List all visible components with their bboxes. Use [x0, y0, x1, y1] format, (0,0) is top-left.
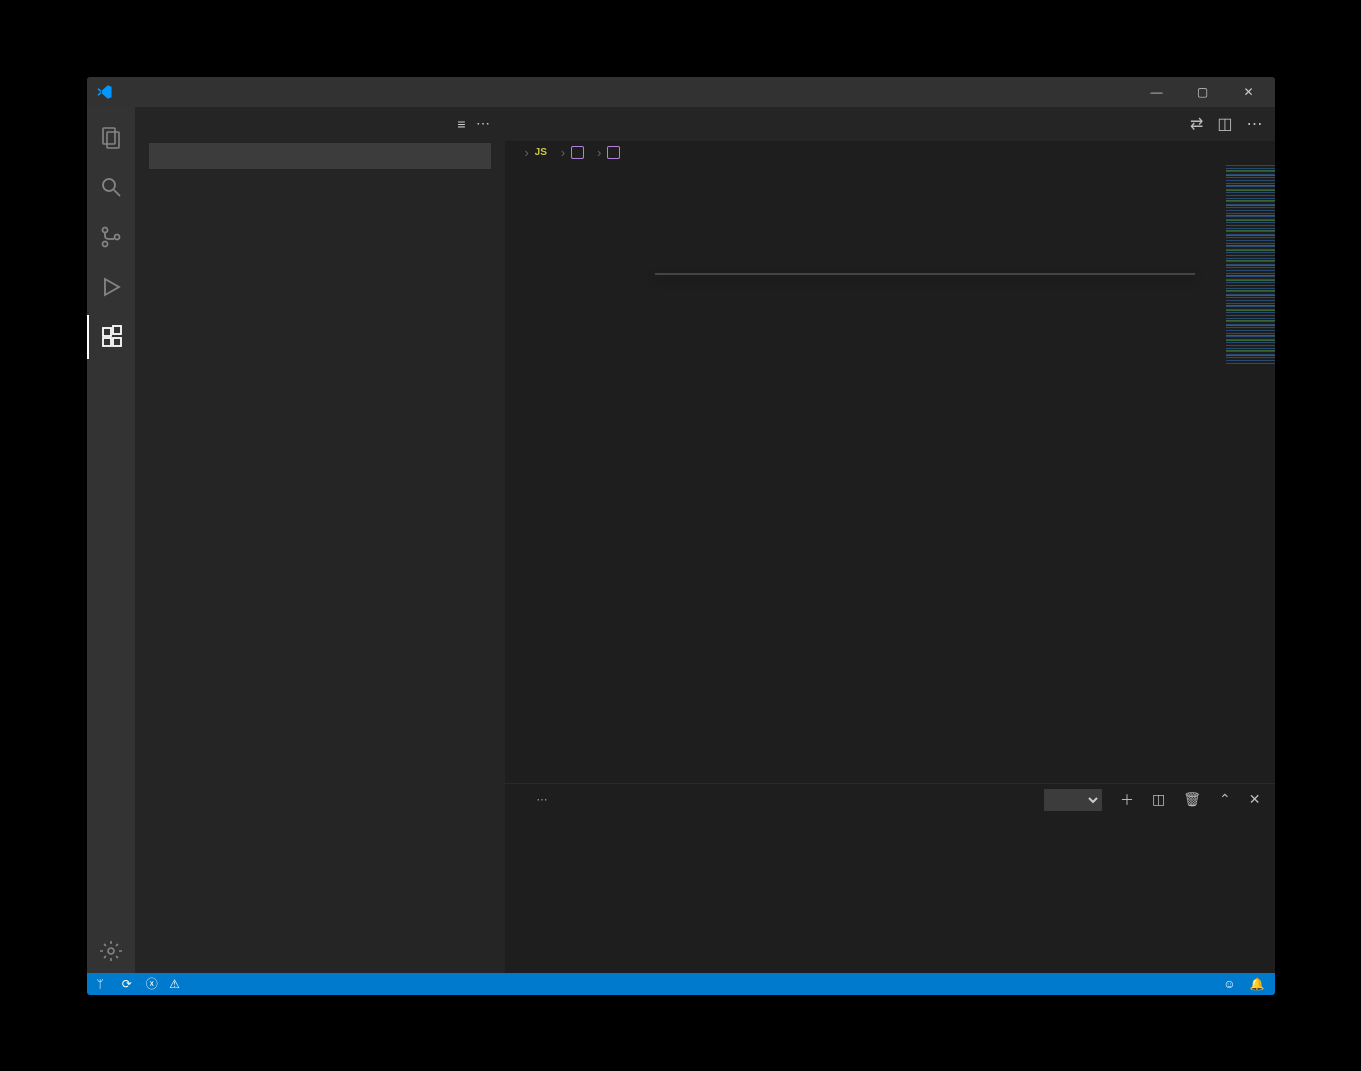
more-actions-icon[interactable]: ⋯ — [1247, 114, 1263, 134]
split-terminal-icon[interactable]: ◫ — [1152, 791, 1165, 808]
search-icon[interactable] — [87, 165, 135, 209]
close-button[interactable]: ✕ — [1235, 85, 1263, 99]
extensions-sidebar: ≡ ⋯ — [135, 107, 505, 973]
settings-gear-icon[interactable] — [87, 929, 135, 973]
intellisense-popup[interactable] — [655, 273, 1195, 275]
filter-icon[interactable]: ≡ — [457, 116, 466, 132]
symbol-method-icon — [571, 146, 584, 159]
status-sync-icon[interactable]: ⟳ — [122, 977, 132, 991]
vscode-logo-icon — [95, 83, 113, 101]
terminal-output[interactable] — [505, 816, 1275, 973]
status-feedback-icon[interactable]: ☺ — [1223, 977, 1235, 991]
extension-list[interactable] — [135, 175, 505, 973]
explorer-icon[interactable] — [87, 115, 135, 159]
compare-changes-icon[interactable]: ⇄ — [1190, 114, 1203, 134]
editor-actions: ⇄ ◫ ⋯ — [1178, 107, 1275, 141]
terminal-selector[interactable] — [1044, 789, 1102, 811]
status-branch[interactable]: ᛘ — [97, 977, 108, 991]
debug-icon[interactable] — [87, 265, 135, 309]
symbol-method-icon — [607, 146, 620, 159]
status-bar: ᛘ ⟳ ⓧ ⚠ ☺ 🔔 — [87, 973, 1275, 995]
window-controls: — ▢ ✕ — [1143, 85, 1267, 99]
status-notifications-icon[interactable]: 🔔 — [1250, 977, 1265, 991]
editor-area: ⇄ ◫ ⋯ › JS › › — [505, 107, 1275, 973]
source-control-icon[interactable] — [87, 215, 135, 259]
status-problems[interactable]: ⓧ ⚠ — [146, 975, 184, 992]
more-icon[interactable]: ⋯ — [476, 115, 491, 132]
activity-bar — [87, 107, 135, 973]
maximize-button[interactable]: ▢ — [1189, 85, 1217, 99]
code-content[interactable] — [555, 165, 1225, 783]
close-panel-icon[interactable]: ✕ — [1249, 791, 1261, 808]
extensions-icon[interactable] — [87, 315, 135, 359]
minimap[interactable] — [1225, 165, 1275, 783]
breadcrumbs[interactable]: › JS › › — [505, 141, 1275, 165]
kill-terminal-icon[interactable]: 🗑 — [1183, 791, 1201, 808]
maximize-panel-icon[interactable]: ⌃ — [1219, 791, 1231, 808]
split-editor-icon[interactable]: ◫ — [1217, 114, 1232, 134]
terminal-panel: ⋯ ＋ ◫ 🗑 ⌃ ✕ — [505, 783, 1275, 973]
minimize-button[interactable]: — — [1143, 85, 1171, 99]
sidebar-title-row: ≡ ⋯ — [135, 107, 505, 141]
code-editor[interactable] — [505, 165, 1275, 783]
line-numbers — [505, 165, 555, 783]
extensions-search-input[interactable] — [149, 143, 491, 169]
panel-more-icon[interactable]: ⋯ — [537, 793, 548, 806]
editor-tabs: ⇄ ◫ ⋯ — [505, 107, 1275, 141]
new-terminal-icon[interactable]: ＋ — [1120, 790, 1134, 810]
panel-header: ⋯ ＋ ◫ 🗑 ⌃ ✕ — [505, 784, 1275, 816]
vscode-window: — ▢ ✕ ≡ ⋯ — [86, 76, 1276, 996]
title-bar: — ▢ ✕ — [87, 77, 1275, 107]
